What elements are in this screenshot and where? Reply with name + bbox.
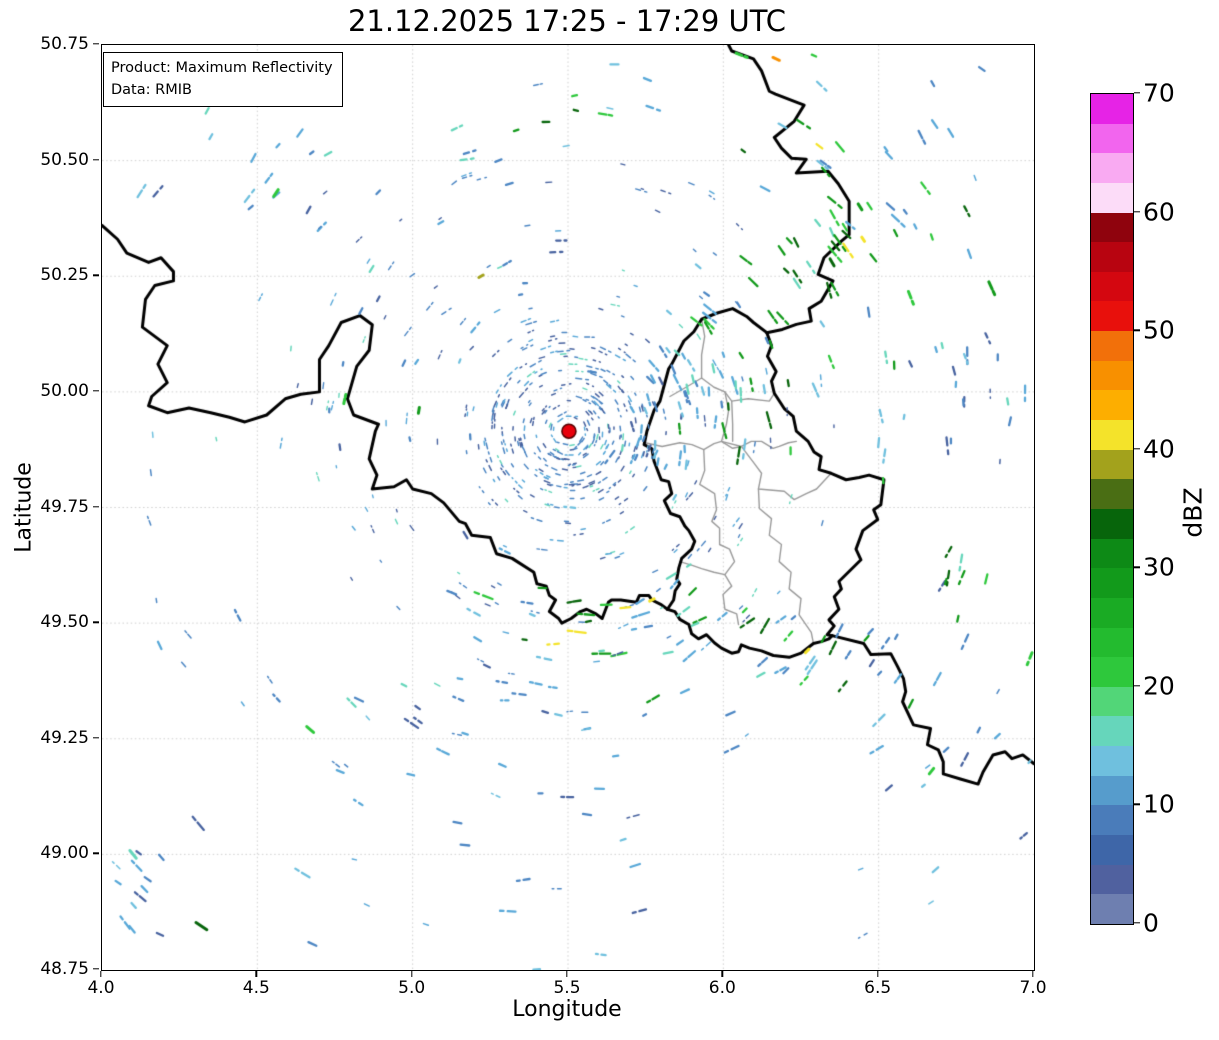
colorbar-segment bbox=[1091, 331, 1133, 361]
colorbar-segment bbox=[1091, 865, 1133, 895]
colorbar-segment bbox=[1091, 835, 1133, 865]
colorbar-segment bbox=[1091, 509, 1133, 539]
colorbar-segment bbox=[1091, 716, 1133, 746]
colorbar-segment bbox=[1091, 153, 1133, 183]
y-tick-label: 49.50 bbox=[19, 612, 89, 632]
colorbar-segment bbox=[1091, 539, 1133, 569]
y-tick-label: 50.50 bbox=[19, 150, 89, 170]
y-tick-mark bbox=[93, 159, 99, 160]
y-tick-mark bbox=[93, 43, 99, 44]
colorbar-tick-mark bbox=[1134, 448, 1140, 449]
product-info-box: Product: Maximum Reflectivity Data: RMIB bbox=[103, 52, 343, 107]
colorbar-segment bbox=[1091, 124, 1133, 154]
y-tick-mark bbox=[93, 506, 99, 507]
colorbar-tick-mark bbox=[1134, 685, 1140, 686]
y-axis-label: Latitude bbox=[12, 448, 37, 568]
colorbar-segment bbox=[1091, 657, 1133, 687]
x-tick-label: 4.5 bbox=[243, 978, 270, 998]
radar-figure: 21.12.2025 17:25 - 17:29 UTC Product: Ma… bbox=[0, 0, 1219, 1040]
x-axis-label: Longitude bbox=[101, 997, 1033, 1022]
colorbar bbox=[1090, 93, 1134, 925]
figure-title: 21.12.2025 17:25 - 17:29 UTC bbox=[101, 4, 1033, 38]
colorbar-segment bbox=[1091, 598, 1133, 628]
x-tick-mark bbox=[877, 971, 878, 977]
x-tick-label: 7.0 bbox=[1019, 978, 1046, 998]
y-tick-mark bbox=[93, 275, 99, 276]
x-tick-mark bbox=[256, 971, 257, 977]
colorbar-tick-mark bbox=[1134, 211, 1140, 212]
colorbar-tick-label: 70 bbox=[1143, 79, 1175, 108]
x-tick-mark bbox=[411, 971, 412, 977]
colorbar-segment bbox=[1091, 568, 1133, 598]
x-tick-mark bbox=[722, 971, 723, 977]
colorbar-tick-mark bbox=[1134, 329, 1140, 330]
map-plot-area bbox=[101, 44, 1035, 971]
colorbar-segment bbox=[1091, 479, 1133, 509]
y-tick-mark bbox=[93, 853, 99, 854]
colorbar-tick-label: 60 bbox=[1143, 197, 1175, 226]
colorbar-segment bbox=[1091, 420, 1133, 450]
x-tick-mark bbox=[566, 971, 567, 977]
colorbar-segment bbox=[1091, 301, 1133, 331]
colorbar-tick-mark bbox=[1134, 804, 1140, 805]
colorbar-segment bbox=[1091, 450, 1133, 480]
colorbar-segment bbox=[1091, 183, 1133, 213]
colorbar-segment bbox=[1091, 746, 1133, 776]
colorbar-tick-mark bbox=[1134, 92, 1140, 93]
colorbar-segment bbox=[1091, 94, 1133, 124]
colorbar-tick-label: 50 bbox=[1143, 316, 1175, 345]
colorbar-segment bbox=[1091, 805, 1133, 835]
colorbar-segment bbox=[1091, 776, 1133, 806]
colorbar-tick-label: 10 bbox=[1143, 790, 1175, 819]
colorbar-tick-mark bbox=[1134, 567, 1140, 568]
x-tick-mark bbox=[100, 971, 101, 977]
colorbar-segment bbox=[1091, 361, 1133, 391]
colorbar-tick-label: 40 bbox=[1143, 434, 1175, 463]
y-tick-mark bbox=[93, 390, 99, 391]
data-source-line: Data: RMIB bbox=[111, 79, 333, 101]
y-tick-mark bbox=[93, 968, 99, 969]
x-tick-label: 5.5 bbox=[553, 978, 580, 998]
colorbar-tick-label: 0 bbox=[1143, 909, 1159, 938]
y-tick-label: 50.25 bbox=[19, 265, 89, 285]
colorbar-segment bbox=[1091, 213, 1133, 243]
y-tick-label: 48.75 bbox=[19, 959, 89, 979]
colorbar-segment bbox=[1091, 894, 1133, 924]
colorbar-unit-label: dBZ bbox=[1179, 453, 1208, 573]
radar-map-canvas bbox=[102, 45, 1034, 970]
colorbar-segment bbox=[1091, 628, 1133, 658]
product-info-line: Product: Maximum Reflectivity bbox=[111, 57, 333, 79]
colorbar-tick-mark bbox=[1134, 922, 1140, 923]
colorbar-tick-label: 20 bbox=[1143, 671, 1175, 700]
y-tick-label: 49.00 bbox=[19, 843, 89, 863]
x-tick-label: 6.5 bbox=[864, 978, 891, 998]
colorbar-segment bbox=[1091, 272, 1133, 302]
colorbar-segment bbox=[1091, 687, 1133, 717]
y-tick-mark bbox=[93, 621, 99, 622]
y-tick-label: 50.00 bbox=[19, 381, 89, 401]
y-tick-label: 50.75 bbox=[19, 34, 89, 54]
y-tick-label: 49.25 bbox=[19, 728, 89, 748]
x-tick-label: 5.0 bbox=[398, 978, 425, 998]
x-tick-label: 6.0 bbox=[709, 978, 736, 998]
colorbar-segment bbox=[1091, 390, 1133, 420]
x-tick-mark bbox=[1032, 971, 1033, 977]
colorbar-segment bbox=[1091, 242, 1133, 272]
x-tick-label: 4.0 bbox=[87, 978, 114, 998]
colorbar-tick-label: 30 bbox=[1143, 553, 1175, 582]
y-tick-mark bbox=[93, 737, 99, 738]
